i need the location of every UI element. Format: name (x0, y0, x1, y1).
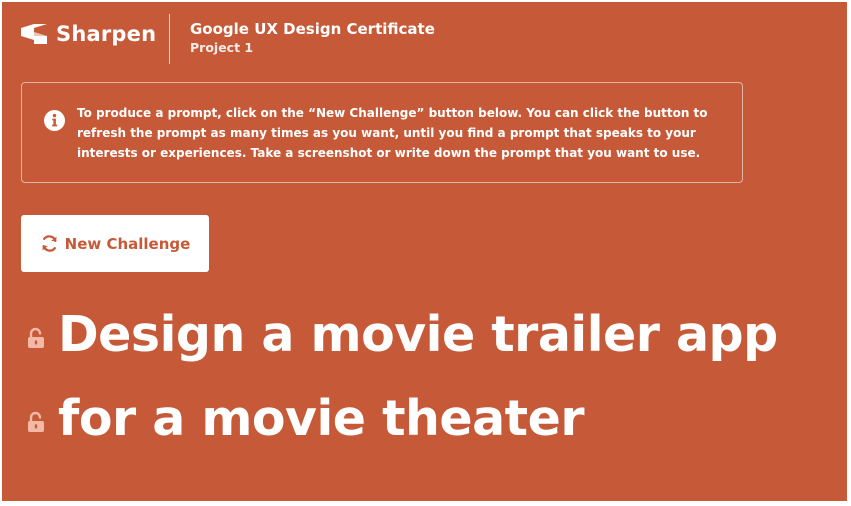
prompt-text: Design a movie trailer app (58, 306, 778, 363)
course-info: Google UX Design Certificate Project 1 (190, 19, 435, 57)
header-divider (169, 14, 170, 64)
app-frame: Sharpen Google UX Design Certificate Pro… (2, 2, 847, 501)
course-subtitle: Project 1 (190, 40, 254, 55)
top-bar: Sharpen Google UX Design Certificate Pro… (2, 2, 847, 72)
instructions-text: To produce a prompt, click on the “New C… (77, 106, 708, 160)
new-challenge-button[interactable]: New Challenge (21, 215, 209, 272)
new-challenge-label: New Challenge (64, 234, 191, 253)
prompt-line: for a movie theater (26, 388, 585, 450)
brand[interactable]: Sharpen (20, 22, 156, 46)
sharpen-logo-icon (21, 24, 47, 44)
unlocked-padlock-icon[interactable] (26, 411, 46, 433)
instructions-notice: To produce a prompt, click on the “New C… (21, 82, 743, 183)
prompt-text: for a movie theater (58, 390, 585, 447)
refresh-icon (42, 235, 57, 252)
course-title: Google UX Design Certificate (190, 20, 435, 38)
prompt-line: Design a movie trailer app (26, 304, 778, 366)
unlocked-padlock-icon[interactable] (26, 327, 46, 349)
info-circle-icon (44, 110, 65, 131)
brand-name: Sharpen (56, 22, 157, 46)
